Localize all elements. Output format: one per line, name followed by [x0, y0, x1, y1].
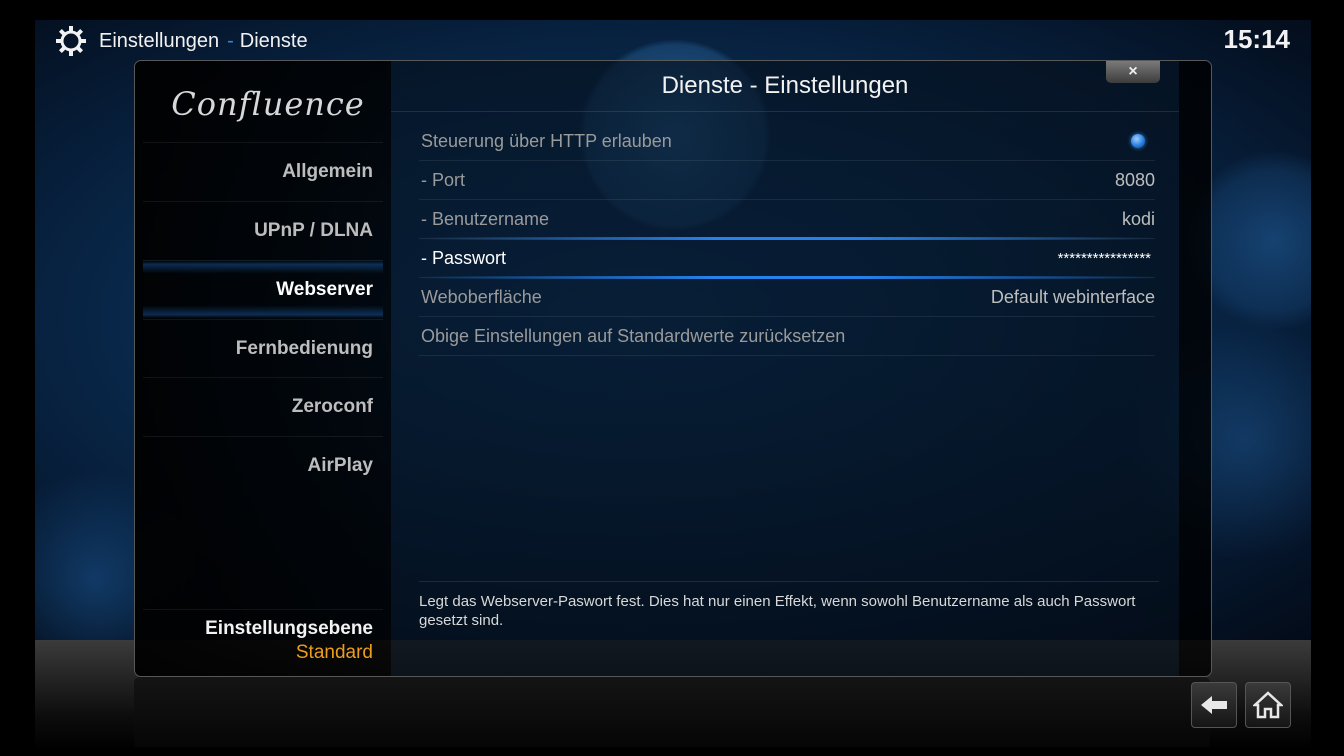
home-icon — [1253, 691, 1283, 719]
help-text: Legt das Webserver-Paswort fest. Dies ha… — [419, 581, 1159, 630]
settings-level-value: Standard — [295, 642, 373, 663]
sidebar-item-label: AirPlay — [307, 454, 373, 476]
sidebar-item-label: Fernbedienung — [235, 337, 373, 359]
sidebar-item-webserver[interactable]: Webserver — [143, 260, 383, 318]
setting-value: **************** — [1057, 249, 1151, 267]
sidebar-item-upnp-dlna[interactable]: UPnP / DLNA — [143, 201, 383, 259]
setting-label: Obige Einstellungen auf Standardwerte zu… — [421, 325, 846, 346]
footer-bar — [134, 676, 1210, 747]
window-header: Einstellungen - Dienste — [55, 24, 308, 58]
setting-label: - Passwort — [421, 247, 507, 268]
sidebar-item-label: Webserver — [276, 278, 373, 300]
close-icon: × — [1128, 63, 1138, 80]
sidebar-item-allgemein[interactable]: Allgemein — [143, 142, 383, 200]
clock: 15:14 — [1223, 24, 1291, 54]
sidebar-item-zeroconf[interactable]: Zeroconf — [143, 377, 383, 435]
setting-port[interactable]: - Port 8080 — [419, 161, 1155, 200]
dialog-title: Dienste - Einstellungen — [391, 61, 1179, 112]
setting-username[interactable]: - Benutzername kodi — [419, 200, 1155, 239]
setting-allow-http-control[interactable]: Steuerung über HTTP erlauben — [419, 122, 1155, 161]
setting-label: Steuerung über HTTP erlauben — [421, 130, 672, 151]
sidebar-item-label: Zeroconf — [291, 395, 373, 417]
setting-value: kodi — [1121, 208, 1155, 229]
confluence-logo: Confluence — [171, 85, 365, 123]
settings-level-button[interactable]: Einstellungsebene Standard — [143, 609, 383, 669]
close-button[interactable]: × — [1106, 61, 1160, 83]
setting-label: - Port — [421, 169, 466, 190]
setting-password[interactable]: - Passwort **************** — [419, 237, 1155, 279]
setting-value: 8080 — [1114, 169, 1155, 190]
home-button[interactable] — [1245, 682, 1291, 728]
setting-web-interface[interactable]: Weboberfläche Default webinterface — [419, 278, 1155, 317]
setting-value: Default webinterface — [990, 286, 1155, 307]
setting-reset-defaults[interactable]: Obige Einstellungen auf Standardwerte zu… — [419, 317, 1155, 356]
settings-dialog: Confluence Allgemein UPnP / DLNA Webserv… — [134, 60, 1212, 677]
category-sidebar: Confluence Allgemein UPnP / DLNA Webserv… — [135, 61, 391, 676]
sidebar-item-airplay[interactable]: AirPlay — [143, 436, 383, 494]
setting-label: - Benutzername — [421, 208, 550, 229]
setting-label: Weboberfläche — [421, 286, 542, 307]
sidebar-item-label: UPnP / DLNA — [254, 219, 373, 241]
header-separator: - — [227, 29, 234, 52]
back-button[interactable] — [1191, 682, 1237, 728]
sidebar-item-label: Allgemein — [282, 160, 373, 182]
toggle-on-icon[interactable] — [1131, 134, 1145, 148]
scrollbar-area — [1179, 61, 1211, 676]
gear-icon — [56, 26, 86, 56]
header-title: Einstellungen — [99, 29, 220, 52]
header-subtitle: Dienste — [239, 29, 308, 52]
back-arrow-icon — [1201, 696, 1227, 714]
settings-level-label: Einstellungsebene — [205, 618, 373, 639]
sidebar-item-fernbedienung[interactable]: Fernbedienung — [143, 319, 383, 377]
